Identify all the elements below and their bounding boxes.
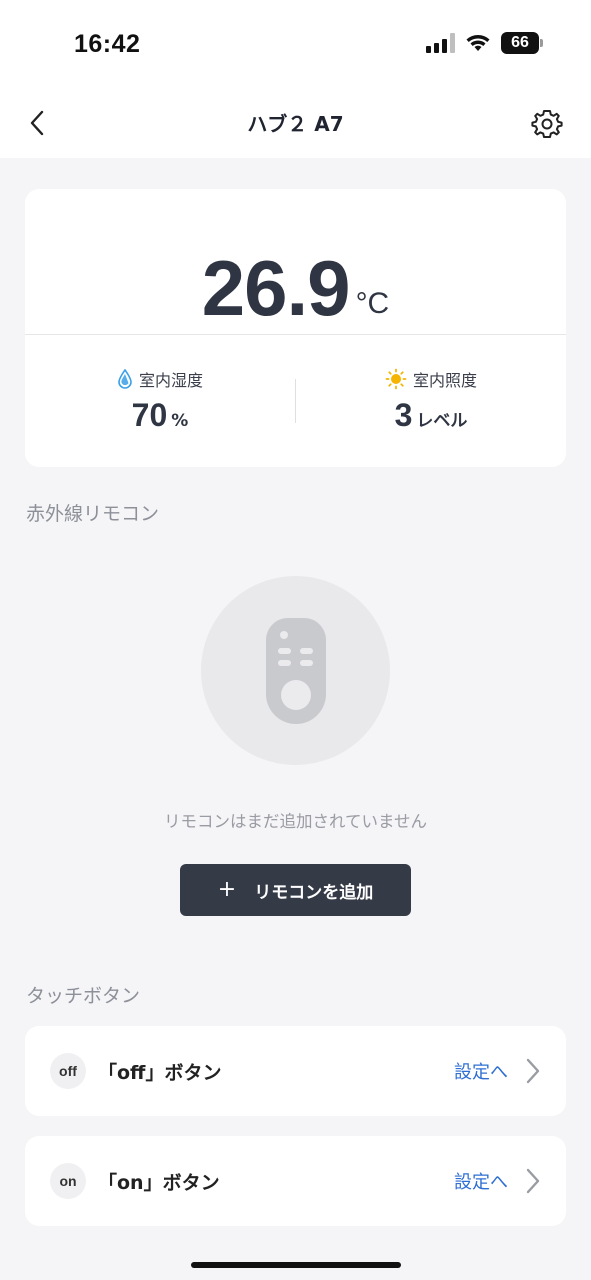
temperature-unit: °C	[355, 287, 390, 320]
ir-remote-section-title: 赤外線リモコン	[26, 503, 160, 525]
chevron-right-icon	[526, 1058, 540, 1084]
empty-remote-illustration	[201, 576, 390, 765]
add-remote-button[interactable]: + リモコンを追加	[180, 864, 411, 916]
on-badge-icon: on	[50, 1163, 86, 1199]
cellular-signal-icon	[426, 33, 455, 53]
empty-remote-message: リモコンはまだ追加されていません	[163, 812, 427, 831]
temperature-display: 26.9 °C	[25, 217, 566, 327]
remote-icon	[266, 618, 326, 724]
touch-button-label: 「off」ボタン	[98, 1062, 222, 1084]
humidity-value: 70	[131, 397, 168, 433]
settings-button[interactable]	[529, 106, 565, 142]
sensor-card: 26.9 °C 室内湿度 70% 室内照度 3 レベル	[25, 189, 566, 467]
temperature-value: 26.9	[201, 244, 351, 332]
settings-link[interactable]: 設定へ	[454, 1168, 508, 1194]
humidity-label: 室内湿度	[138, 371, 203, 390]
touch-button-off[interactable]: off 「off」ボタン 設定へ	[25, 1026, 566, 1116]
off-badge-icon: off	[50, 1053, 86, 1089]
touch-button-on[interactable]: on 「on」ボタン 設定へ	[25, 1136, 566, 1226]
divider	[25, 334, 566, 335]
light-unit: レベル	[416, 411, 468, 431]
battery-indicator: 66	[501, 32, 543, 54]
plus-icon: +	[217, 877, 237, 902]
water-drop-icon	[118, 369, 132, 389]
settings-link[interactable]: 設定へ	[454, 1058, 508, 1084]
home-indicator	[191, 1262, 401, 1268]
chevron-right-icon	[526, 1168, 540, 1194]
touch-button-label: 「on」ボタン	[98, 1172, 220, 1194]
status-icons: 66	[426, 32, 543, 54]
sun-icon	[385, 368, 407, 390]
top-bar: 16:42 66 ハブ２ A7	[0, 0, 591, 158]
light-label: 室内照度	[412, 371, 477, 390]
wifi-icon	[466, 35, 490, 51]
gear-icon	[531, 110, 563, 138]
page-title: ハブ２ A7	[247, 112, 344, 136]
light-metric: 室内照度 3 レベル	[296, 367, 566, 434]
add-remote-label: リモコンを追加	[254, 882, 374, 903]
status-time: 16:42	[74, 30, 141, 58]
humidity-metric: 室内湿度 70%	[25, 367, 295, 434]
light-value: 3	[394, 397, 413, 433]
humidity-unit: %	[171, 411, 189, 431]
touch-buttons-section-title: タッチボタン	[26, 985, 141, 1007]
